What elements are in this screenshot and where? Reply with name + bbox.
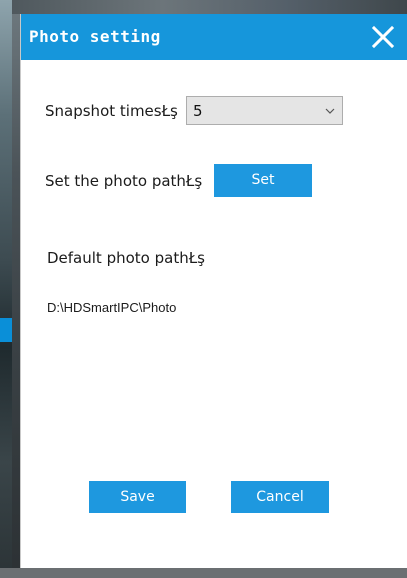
close-button[interactable] bbox=[370, 24, 396, 50]
cancel-button[interactable]: Cancel bbox=[231, 481, 329, 513]
chevron-down-icon bbox=[325, 108, 335, 114]
default-photo-path-label: Default photo pathŁş bbox=[47, 249, 205, 267]
background-window-edge-top bbox=[0, 0, 407, 14]
set-photo-path-button[interactable]: Set bbox=[214, 164, 312, 197]
background-window-edge-left bbox=[0, 0, 12, 578]
save-button[interactable]: Save bbox=[89, 481, 186, 513]
background-window-edge-bottom bbox=[0, 568, 407, 578]
background-accent bbox=[0, 318, 12, 342]
snapshot-times-value: 5 bbox=[193, 102, 203, 120]
close-icon bbox=[371, 25, 395, 49]
snapshot-times-label: Snapshot timesŁş bbox=[45, 102, 178, 120]
photo-path-label: Set the photo pathŁş bbox=[45, 172, 203, 190]
default-photo-path-value: D:\HDSmartIPC\Photo bbox=[47, 300, 177, 315]
photo-setting-dialog: Photo setting Snapshot timesŁş 5 Set the… bbox=[20, 14, 407, 568]
dialog-title: Photo setting bbox=[29, 27, 161, 46]
dialog-titlebar: Photo setting bbox=[21, 14, 407, 60]
snapshot-times-select[interactable]: 5 bbox=[186, 96, 343, 125]
